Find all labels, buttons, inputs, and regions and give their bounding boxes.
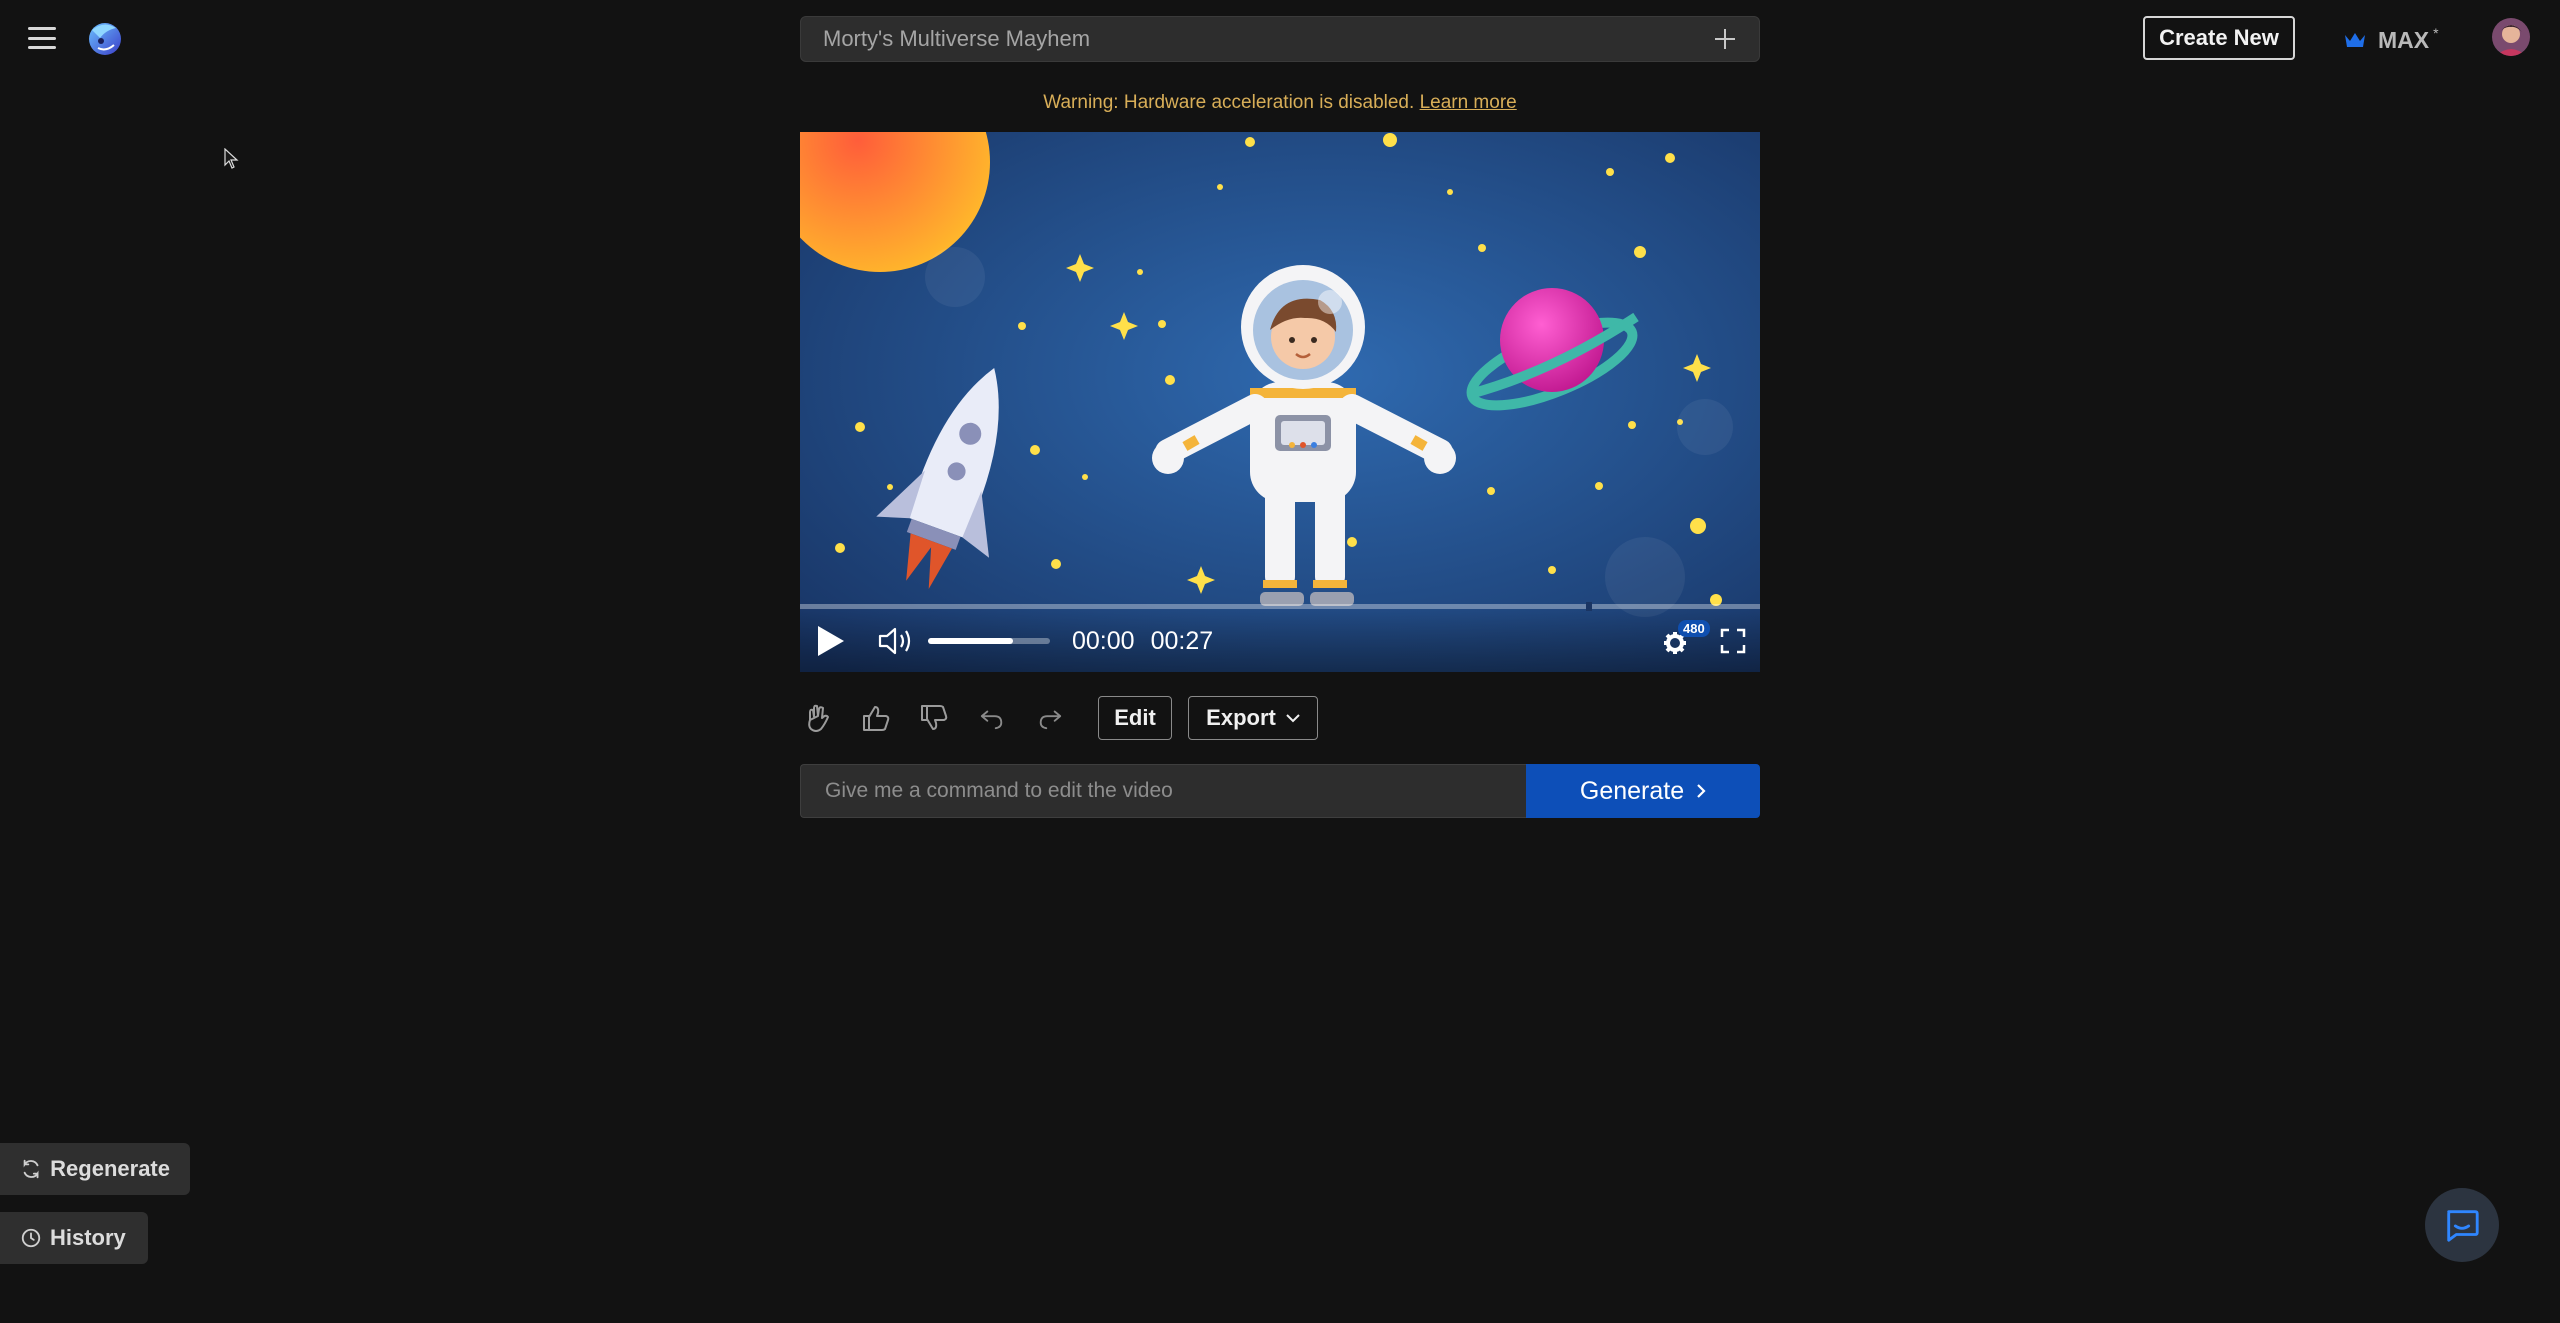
warning-text: Warning: Hardware acceleration is disabl… xyxy=(1043,92,1420,113)
current-time: 00:00 xyxy=(1072,626,1135,655)
export-button[interactable]: Export xyxy=(1188,696,1318,740)
video-player[interactable]: 00:00 00:27 480 xyxy=(800,132,1760,672)
thumbs-down-button[interactable] xyxy=(916,700,952,736)
edit-button[interactable]: Edit xyxy=(1098,696,1172,740)
learn-more-link[interactable]: Learn more xyxy=(1420,92,1517,113)
video-action-row: Edit Export xyxy=(800,696,1760,740)
chevron-down-icon xyxy=(1286,714,1300,723)
thumbs-up-icon xyxy=(863,706,890,731)
fullscreen-icon[interactable] xyxy=(1720,628,1746,654)
clap-icon xyxy=(808,704,829,732)
menu-line xyxy=(28,46,56,49)
duration-time: 00:27 xyxy=(1150,626,1214,655)
undo-icon xyxy=(980,710,1003,730)
project-title-bar[interactable]: Morty's Multiverse Mayhem xyxy=(800,16,1760,62)
chat-bubble-icon xyxy=(2447,1210,2479,1242)
chevron-right-icon xyxy=(1697,784,1706,798)
edit-button-label: Edit xyxy=(1114,705,1156,730)
user-avatar[interactable] xyxy=(2492,18,2530,56)
hardware-warning: Warning: Hardware acceleration is disabl… xyxy=(800,92,1760,114)
volume-slider[interactable] xyxy=(928,638,1050,644)
volume-slider-fill xyxy=(928,638,1014,644)
generate-button[interactable]: Generate xyxy=(1526,764,1760,818)
export-button-label: Export xyxy=(1206,705,1276,730)
play-icon[interactable] xyxy=(814,624,846,658)
chat-support-button[interactable] xyxy=(2425,1188,2499,1262)
plus-icon[interactable] xyxy=(1713,27,1737,51)
player-controls: 00:00 00:27 480 xyxy=(800,610,1760,672)
redo-icon xyxy=(1039,710,1062,730)
volume-icon[interactable] xyxy=(878,626,914,656)
thumbs-down-icon xyxy=(921,705,948,730)
plan-marker: * xyxy=(2433,25,2439,41)
thumbs-up-button[interactable] xyxy=(858,700,894,736)
history-button[interactable]: History xyxy=(0,1212,148,1264)
plan-label: MAX xyxy=(2378,26,2430,53)
history-label: History xyxy=(50,1225,126,1250)
menu-line xyxy=(28,36,56,40)
redo-button[interactable] xyxy=(1032,700,1068,736)
video-frame xyxy=(800,132,1760,672)
project-title[interactable]: Morty's Multiverse Mayhem xyxy=(823,26,1713,52)
plan-badge[interactable]: MAX * xyxy=(2344,24,2439,56)
command-bar: Generate xyxy=(800,764,1760,818)
hamburger-menu-icon[interactable] xyxy=(26,24,58,52)
clap-reaction-button[interactable] xyxy=(800,700,836,736)
menu-line xyxy=(28,27,56,30)
generate-button-label: Generate xyxy=(1579,776,1685,805)
command-input[interactable] xyxy=(800,764,1526,818)
create-new-button[interactable]: Create New xyxy=(2143,16,2295,60)
regenerate-label: Regenerate xyxy=(50,1156,170,1181)
app-logo-icon[interactable] xyxy=(84,18,124,58)
refresh-icon xyxy=(23,1159,39,1179)
regenerate-button[interactable]: Regenerate xyxy=(0,1143,190,1195)
undo-button[interactable] xyxy=(974,700,1010,736)
crown-icon xyxy=(2345,33,2365,47)
settings-button[interactable]: 480 xyxy=(1662,620,1710,656)
video-progress-bar[interactable] xyxy=(800,604,1760,609)
mouse-cursor-icon xyxy=(224,148,239,169)
clock-icon xyxy=(21,1228,41,1248)
quality-badge: 480 xyxy=(1678,620,1710,637)
